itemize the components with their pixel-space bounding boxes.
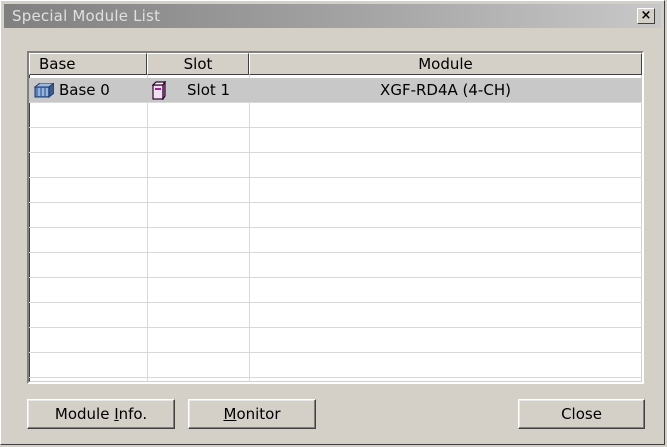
monitor-mnemonic: M bbox=[223, 405, 237, 423]
monitor-label-post: onitor bbox=[236, 405, 281, 423]
empty-row bbox=[29, 203, 642, 228]
list-header: Base Slot Module bbox=[29, 53, 642, 75]
table-row[interactable]: Base 0 Slot 1 XGF-RD4A (4-CH) bbox=[29, 78, 642, 103]
close-button[interactable]: Close bbox=[518, 399, 645, 429]
column-header-module-label: Module bbox=[418, 55, 473, 73]
close-icon: × bbox=[640, 8, 652, 23]
module-info-label-pre: Module bbox=[54, 405, 115, 423]
empty-row bbox=[29, 353, 642, 378]
title-close-button[interactable]: × bbox=[637, 8, 655, 24]
title-bar[interactable]: Special Module List × bbox=[4, 4, 661, 28]
base-name: Base 0 bbox=[59, 81, 110, 99]
module-list-view[interactable]: Base Slot Module Base 0 Slot 1 XGF-RD4A … bbox=[27, 51, 644, 384]
monitor-button[interactable]: Monitor bbox=[188, 399, 316, 429]
module-info-button[interactable]: Module Info. bbox=[27, 399, 175, 429]
empty-row bbox=[29, 103, 642, 128]
empty-row bbox=[29, 278, 642, 303]
empty-row bbox=[29, 178, 642, 203]
column-header-slot-label: Slot bbox=[183, 55, 213, 73]
column-header-module[interactable]: Module bbox=[249, 53, 642, 75]
empty-row bbox=[29, 228, 642, 253]
empty-row bbox=[29, 128, 642, 153]
module-info-label-post: nfo. bbox=[118, 405, 148, 423]
cell-slot: Slot 1 bbox=[149, 78, 249, 103]
empty-row bbox=[29, 303, 642, 328]
close-button-label: Close bbox=[561, 405, 602, 423]
column-header-base[interactable]: Base bbox=[29, 53, 147, 75]
column-header-base-label: Base bbox=[39, 55, 76, 73]
cell-base: Base 0 bbox=[33, 78, 147, 103]
empty-row bbox=[29, 253, 642, 278]
slot-name: Slot 1 bbox=[187, 81, 231, 99]
column-header-slot[interactable]: Slot bbox=[147, 53, 249, 75]
cell-module: XGF-RD4A (4-CH) bbox=[249, 78, 642, 103]
special-module-list-dialog: Special Module List × Base Slot Module B… bbox=[0, 0, 665, 445]
window-title: Special Module List bbox=[12, 7, 161, 25]
module-name: XGF-RD4A (4-CH) bbox=[380, 81, 511, 99]
empty-row bbox=[29, 153, 642, 178]
empty-row bbox=[29, 328, 642, 353]
